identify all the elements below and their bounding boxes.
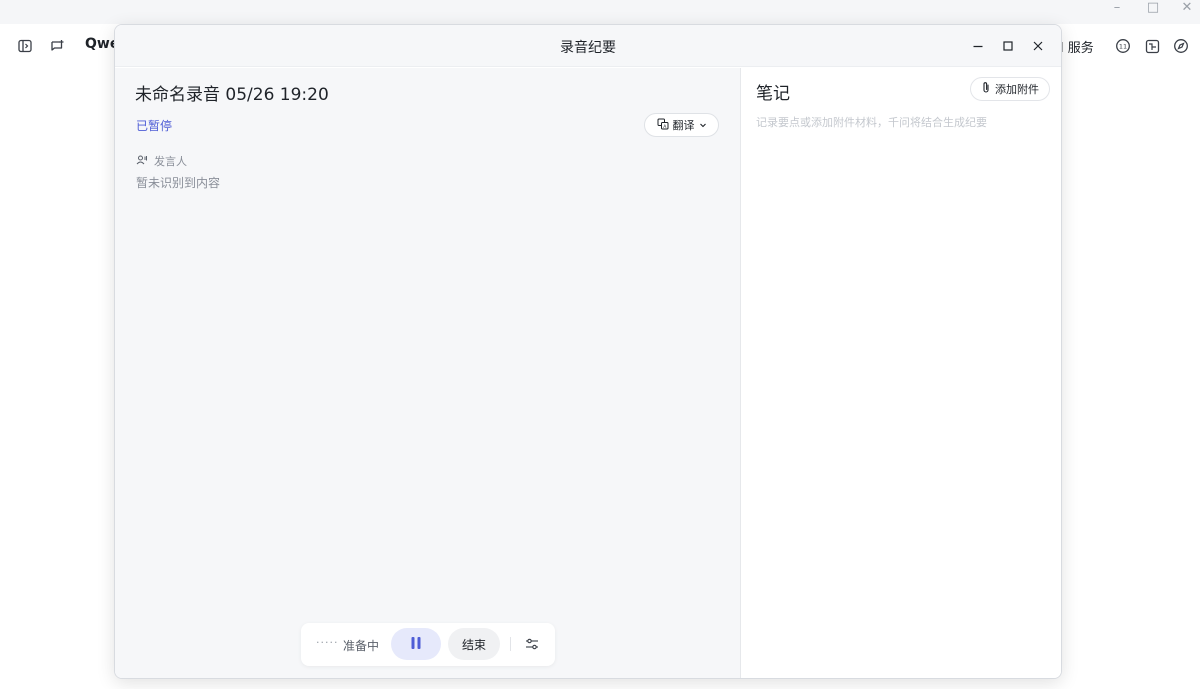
control-divider (510, 637, 511, 651)
empty-transcript-hint: 暂未识别到内容 (136, 176, 221, 190)
recording-title[interactable]: 未命名录音 05/26 19:20 (135, 80, 329, 105)
background-minimize-button[interactable]: – (1102, 0, 1132, 15)
control-status: 准备中 (343, 639, 380, 653)
notes-pane: 笔记 添加附件 (742, 68, 1061, 678)
recording-status: 已暂停 (136, 119, 173, 133)
speaker-icon (136, 154, 148, 169)
pause-button[interactable] (391, 628, 441, 660)
modal-title: 录音纪要 (560, 40, 616, 56)
background-service-label[interactable]: l 服务 (1060, 37, 1094, 56)
background-close-button[interactable]: ✕ (1172, 0, 1200, 15)
new-chat-icon[interactable] (48, 37, 66, 55)
add-attachment-button[interactable]: 添加附件 (970, 77, 1050, 101)
notes-input[interactable] (756, 114, 1051, 654)
notes-title: 笔记 (756, 84, 790, 104)
minimize-icon[interactable] (967, 35, 989, 57)
recording-notes-window: 录音纪要 未命名录音 05/26 19:20 已暂停 A 翻译 发言人 暂未识别… (114, 24, 1062, 679)
svg-text:11: 11 (1119, 43, 1127, 51)
sidebar-toggle-icon[interactable] (16, 37, 34, 55)
modal-titlebar[interactable]: 录音纪要 (115, 25, 1061, 67)
pause-icon (410, 635, 422, 654)
chevron-down-icon (699, 119, 707, 132)
layout-icon[interactable] (1143, 37, 1161, 55)
background-titlebar (0, 0, 1200, 24)
paperclip-icon (981, 81, 991, 97)
translate-button[interactable]: A 翻译 (644, 113, 719, 137)
recording-control-bar: ····· 准备中 结束 (301, 623, 555, 666)
add-attachment-label: 添加附件 (995, 83, 1039, 96)
translate-icon: A (657, 118, 669, 133)
background-maximize-button[interactable]: □ (1138, 0, 1168, 15)
speaker-row: 发言人 (136, 153, 187, 169)
badge-icon[interactable]: 11 (1114, 37, 1132, 55)
settings-sliders-icon[interactable] (523, 635, 541, 653)
waveform-indicator: ····· (316, 636, 339, 649)
close-icon[interactable] (1027, 35, 1049, 57)
transcript-pane: 未命名录音 05/26 19:20 已暂停 A 翻译 发言人 暂未识别到内容 ·… (115, 68, 741, 678)
maximize-icon[interactable] (997, 35, 1019, 57)
compass-icon[interactable] (1172, 37, 1190, 55)
end-button[interactable]: 结束 (448, 628, 500, 660)
speaker-label: 发言人 (154, 155, 187, 168)
translate-label: 翻译 (672, 119, 695, 132)
